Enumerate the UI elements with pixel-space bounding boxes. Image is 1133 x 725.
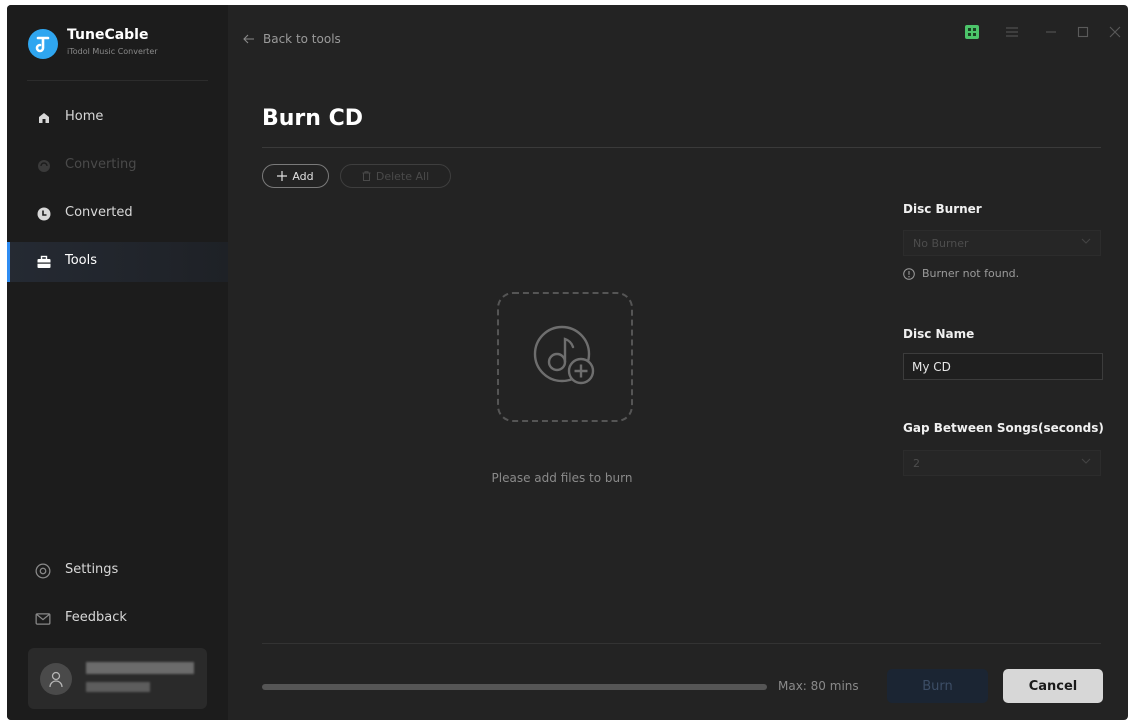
disc-burner-value: No Burner [913, 237, 969, 250]
minimize-button[interactable] [1043, 22, 1059, 42]
sidebar-item-converting: Converting [7, 146, 228, 186]
app-subtitle: iTodol Music Converter [67, 47, 158, 56]
sidebar-item-label: Converted [65, 205, 133, 220]
burn-button: Burn [887, 669, 988, 703]
arrow-left-icon [243, 34, 254, 44]
capacity-bar [262, 684, 767, 690]
close-button[interactable] [1107, 22, 1123, 42]
trash-icon [362, 171, 371, 181]
divider [262, 147, 1101, 148]
cancel-button[interactable]: Cancel [1003, 669, 1103, 703]
back-to-tools-link[interactable]: Back to tools [243, 32, 341, 46]
sidebar: TuneCable iTodol Music Converter Home Co… [7, 5, 228, 720]
chevron-down-icon [1081, 458, 1091, 464]
gap-label: Gap Between Songs(seconds) [903, 421, 1104, 435]
music-add-icon [533, 325, 595, 385]
home-icon [39, 113, 49, 123]
sidebar-item-label: Converting [65, 157, 137, 172]
burner-warning: Burner not found. [903, 267, 1019, 280]
delete-all-label: Delete All [375, 169, 430, 183]
plus-icon [277, 171, 288, 181]
app-name: TuneCable [67, 27, 149, 43]
redacted-account-info [86, 682, 150, 692]
sidebar-item-home[interactable]: Home [7, 98, 228, 138]
sidebar-item-feedback[interactable]: Feedback [7, 599, 228, 639]
divider [262, 643, 1101, 644]
toolbox-icon [37, 255, 51, 268]
sidebar-item-label: Feedback [65, 610, 127, 625]
disc-name-label: Disc Name [903, 327, 975, 341]
clock-icon [37, 207, 51, 221]
burner-warning-text: Burner not found. [922, 267, 1020, 280]
gap-select: 2 [903, 450, 1101, 476]
user-account-card[interactable] [28, 648, 207, 709]
back-label: Back to tools [263, 32, 341, 46]
sidebar-item-converted[interactable]: Converted [7, 194, 228, 234]
avatar [40, 663, 72, 695]
minimize-icon [1046, 31, 1056, 33]
gear-icon [35, 563, 51, 579]
sync-icon [38, 160, 50, 172]
sidebar-item-label: Tools [65, 253, 98, 268]
maximize-button[interactable] [1075, 22, 1091, 42]
main-panel: Back to tools Burn CD Add Delete All Ple… [228, 5, 1128, 720]
mail-icon [35, 613, 51, 625]
menu-icon [1006, 27, 1018, 37]
add-label: Add [292, 169, 314, 183]
sidebar-item-label: Settings [65, 562, 119, 577]
add-button[interactable]: Add [262, 164, 329, 188]
grid-view-button[interactable] [964, 22, 980, 42]
divider [27, 80, 208, 81]
gap-value: 2 [913, 457, 920, 470]
grid-icon [965, 25, 979, 39]
user-icon [49, 671, 63, 688]
chevron-down-icon [1081, 238, 1091, 244]
disc-burner-select: No Burner [903, 230, 1101, 256]
disc-name-input[interactable] [903, 353, 1103, 380]
info-icon [903, 267, 915, 280]
disc-burner-label: Disc Burner [903, 202, 982, 216]
delete-all-button: Delete All [340, 164, 451, 188]
empty-hint: Please add files to burn [491, 471, 633, 485]
close-icon [1109, 26, 1121, 38]
add-files-dropzone[interactable] [497, 292, 633, 422]
page-title: Burn CD [262, 106, 364, 131]
menu-button[interactable] [1004, 22, 1020, 42]
app-window: TuneCable iTodol Music Converter Home Co… [7, 5, 1128, 720]
sidebar-item-settings[interactable]: Settings [7, 551, 228, 591]
tunecable-logo-icon [28, 29, 58, 59]
maximize-icon [1077, 26, 1089, 38]
redacted-username [86, 662, 194, 674]
max-capacity-label: Max: 80 mins [778, 679, 859, 693]
sidebar-item-tools[interactable]: Tools [7, 242, 228, 282]
sidebar-item-label: Home [65, 109, 104, 124]
